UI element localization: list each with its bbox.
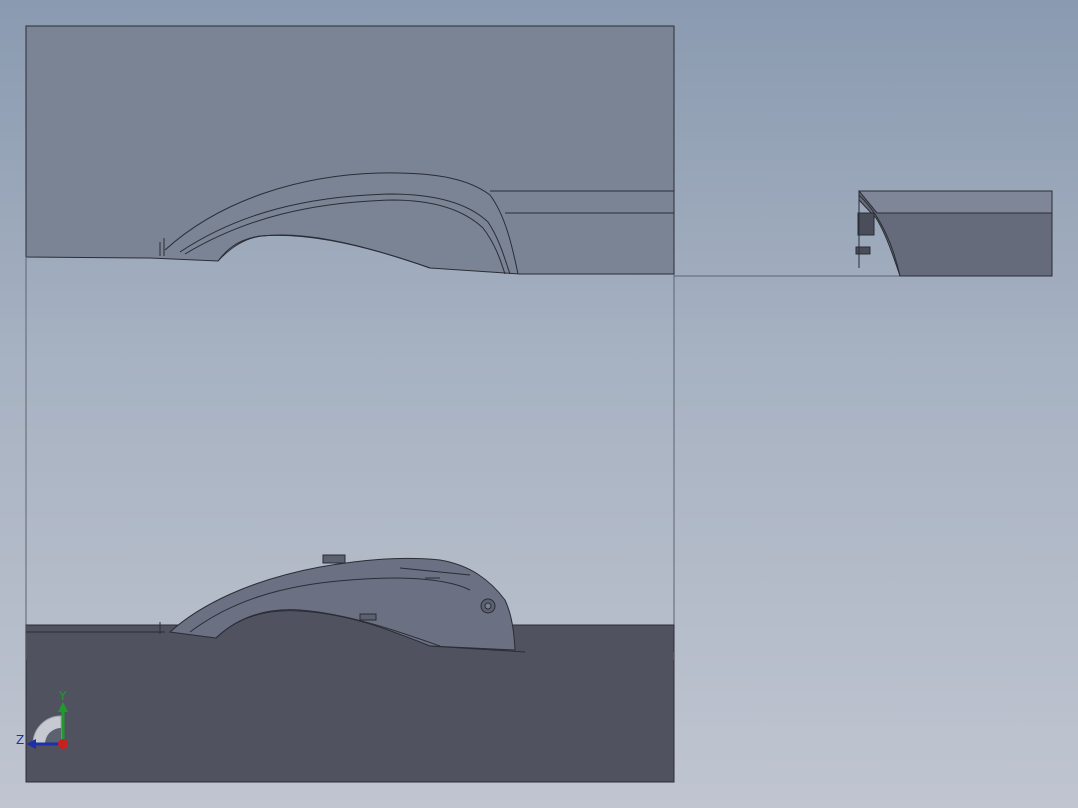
x-axis-dot-icon (58, 739, 68, 749)
side-view-top-band (857, 190, 1053, 214)
z-axis-label: Z (16, 733, 24, 747)
front-view[interactable] (25, 554, 675, 783)
drawing-viewport[interactable]: Y Z (0, 0, 1078, 808)
side-view[interactable] (855, 190, 1053, 277)
top-view[interactable] (25, 25, 675, 275)
top-view-body (25, 25, 675, 275)
y-axis-label: Y (58, 689, 67, 703)
